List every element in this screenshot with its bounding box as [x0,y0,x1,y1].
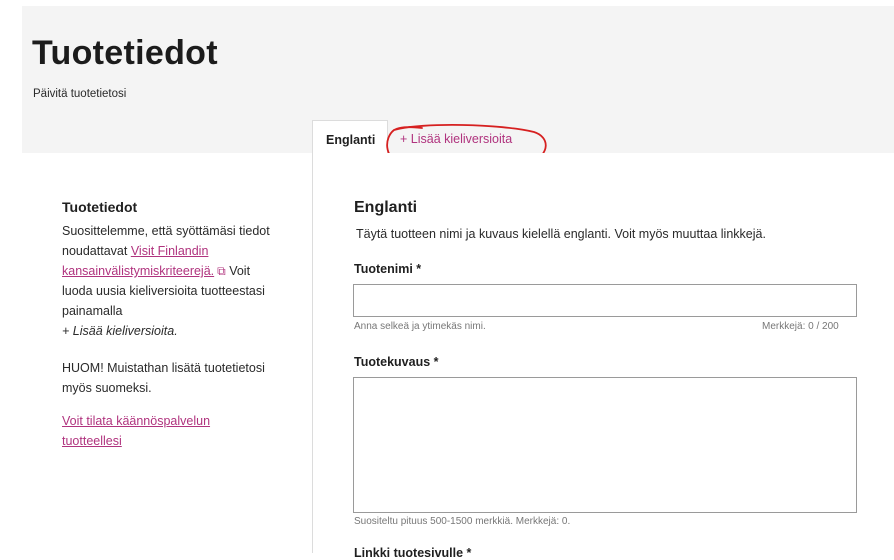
sidebar-info-text: Suosittelemme, että syöttämäsi tiedot no… [62,221,282,341]
product-link-label: Linkki tuotesivulle * [354,546,472,560]
sidebar-note: HUOM! Muistathan lisätä tuotetietosi myö… [62,361,265,395]
product-description-hint: Suositeltu pituus 500-1500 merkkiä. Merk… [354,516,571,527]
page-title: Tuotetiedot [32,34,218,72]
product-name-hint: Anna selkeä ja ytimekäs nimi. [354,321,486,332]
product-description-textarea[interactable] [353,377,857,513]
page-subtitle: Päivitä tuotetietosi [33,88,127,100]
translation-service-link[interactable]: Voit tilata käännöspalvelun tuotteellesi [62,411,262,451]
section-title: Englanti [354,199,418,216]
section-description: Täytä tuotteen nimi ja kuvaus kielellä e… [356,227,766,241]
product-name-counter: Merkkejä: 0 / 200 [762,321,839,332]
add-language-version-tab[interactable]: + Lisää kieliversioita [388,120,548,154]
sidebar-intro-italic: + Lisää kieliversioita. [62,324,178,338]
sidebar-title: Tuotetiedot [62,199,138,215]
product-name-input[interactable] [353,284,857,317]
product-name-label: Tuotenimi * [354,262,422,276]
product-description-label: Tuotekuvaus * [354,355,439,369]
external-link-icon[interactable]: ⧉ [217,264,226,278]
tab-englanti[interactable]: Englanti [312,120,388,154]
